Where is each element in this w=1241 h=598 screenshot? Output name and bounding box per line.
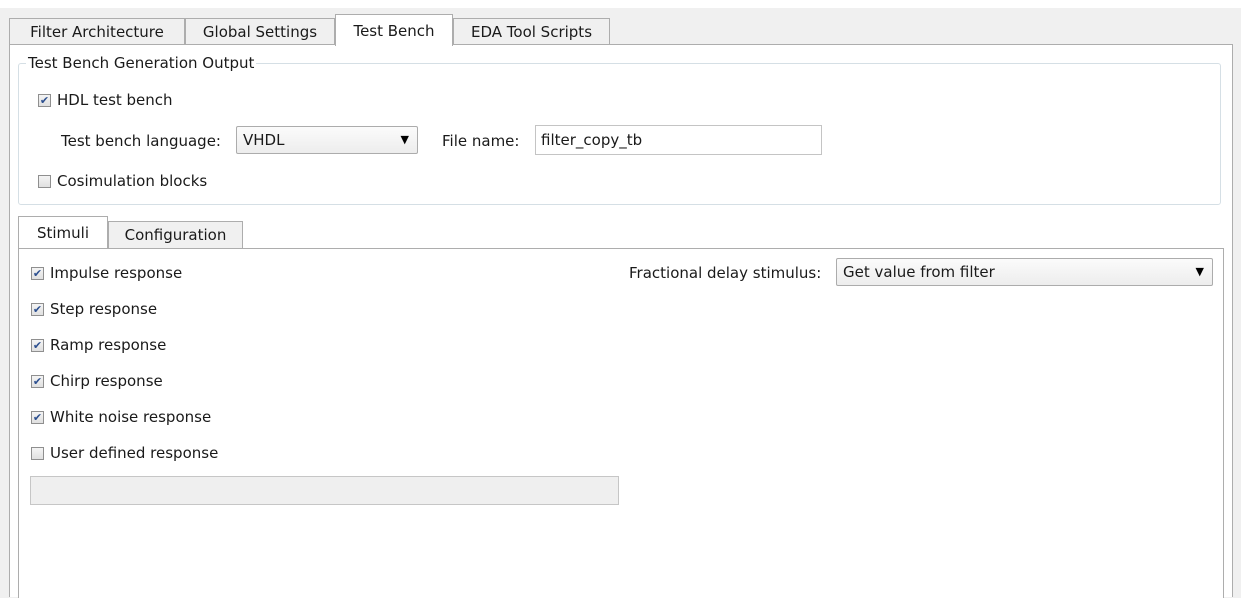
tab-filter-architecture[interactable]: Filter Architecture bbox=[9, 18, 185, 45]
checkmark-icon: ✔ bbox=[32, 338, 43, 352]
checkbox-box[interactable]: ✔ bbox=[31, 410, 44, 424]
ramp-response-checkbox[interactable]: ✔ Ramp response bbox=[31, 336, 166, 354]
hdl-test-bench-checkbox[interactable]: ✔ HDL test bench bbox=[38, 91, 173, 109]
test-bench-panel: Test Bench Generation Output ✔ HDL test … bbox=[9, 44, 1233, 598]
checkbox-label: Step response bbox=[50, 300, 158, 318]
file-name-field[interactable]: filter_copy_tb bbox=[535, 125, 822, 155]
checkmark-icon: ✔ bbox=[32, 266, 43, 280]
checkbox-label: Ramp response bbox=[50, 336, 167, 354]
tab-global-settings[interactable]: Global Settings bbox=[185, 18, 335, 45]
checkbox-box[interactable] bbox=[31, 446, 44, 460]
checkmark-icon: ✔ bbox=[32, 410, 43, 424]
impulse-response-checkbox[interactable]: ✔ Impulse response bbox=[31, 264, 182, 282]
checkmark-icon: ✔ bbox=[32, 374, 43, 388]
select-value: Get value from filter bbox=[843, 263, 995, 281]
checkbox-label: Cosimulation blocks bbox=[57, 172, 208, 190]
select-value: VHDL bbox=[243, 131, 285, 149]
checkbox-box[interactable]: ✔ bbox=[31, 338, 44, 352]
checkbox-box[interactable]: ✔ bbox=[31, 374, 44, 388]
group-legend: Test Bench Generation Output bbox=[26, 54, 257, 72]
checkmark-icon: ✔ bbox=[32, 302, 43, 316]
file-name-label: File name: bbox=[442, 132, 520, 150]
file-name-value: filter_copy_tb bbox=[541, 131, 643, 149]
step-response-checkbox[interactable]: ✔ Step response bbox=[31, 300, 157, 318]
chirp-response-checkbox[interactable]: ✔ Chirp response bbox=[31, 372, 163, 390]
checkbox-box[interactable] bbox=[38, 174, 51, 188]
checkbox-box[interactable]: ✔ bbox=[31, 266, 44, 280]
fractional-delay-select[interactable]: Get value from filter ▼ bbox=[836, 258, 1213, 286]
chevron-down-icon: ▼ bbox=[400, 133, 409, 146]
tab-test-bench[interactable]: Test Bench bbox=[335, 14, 453, 46]
stimuli-panel: ✔ Impulse response ✔ Step response ✔ Ram… bbox=[18, 248, 1224, 598]
checkbox-label: Chirp response bbox=[50, 372, 163, 390]
checkbox-label: User defined response bbox=[50, 444, 219, 462]
tab-configuration[interactable]: Configuration bbox=[108, 221, 243, 248]
user-defined-response-checkbox[interactable]: User defined response bbox=[31, 444, 218, 462]
generation-output-group: Test Bench Generation Output ✔ HDL test … bbox=[18, 54, 1221, 205]
tab-stimuli[interactable]: Stimuli bbox=[18, 216, 108, 248]
checkbox-label: HDL test bench bbox=[57, 91, 173, 109]
white-noise-response-checkbox[interactable]: ✔ White noise response bbox=[31, 408, 211, 426]
checkbox-box[interactable]: ✔ bbox=[31, 302, 44, 316]
fractional-delay-label: Fractional delay stimulus: bbox=[629, 264, 822, 282]
checkmark-icon: ✔ bbox=[39, 93, 50, 107]
chevron-down-icon: ▼ bbox=[1195, 265, 1204, 278]
tab-eda-tool-scripts[interactable]: EDA Tool Scripts bbox=[453, 18, 610, 45]
checkbox-label: White noise response bbox=[50, 408, 212, 426]
user-defined-response-field bbox=[30, 476, 619, 505]
cosimulation-checkbox[interactable]: Cosimulation blocks bbox=[38, 172, 207, 190]
language-select[interactable]: VHDL ▼ bbox=[236, 126, 418, 154]
top-strip bbox=[0, 0, 1241, 8]
checkbox-box[interactable]: ✔ bbox=[38, 93, 51, 107]
checkbox-label: Impulse response bbox=[50, 264, 183, 282]
language-label: Test bench language: bbox=[61, 132, 221, 150]
